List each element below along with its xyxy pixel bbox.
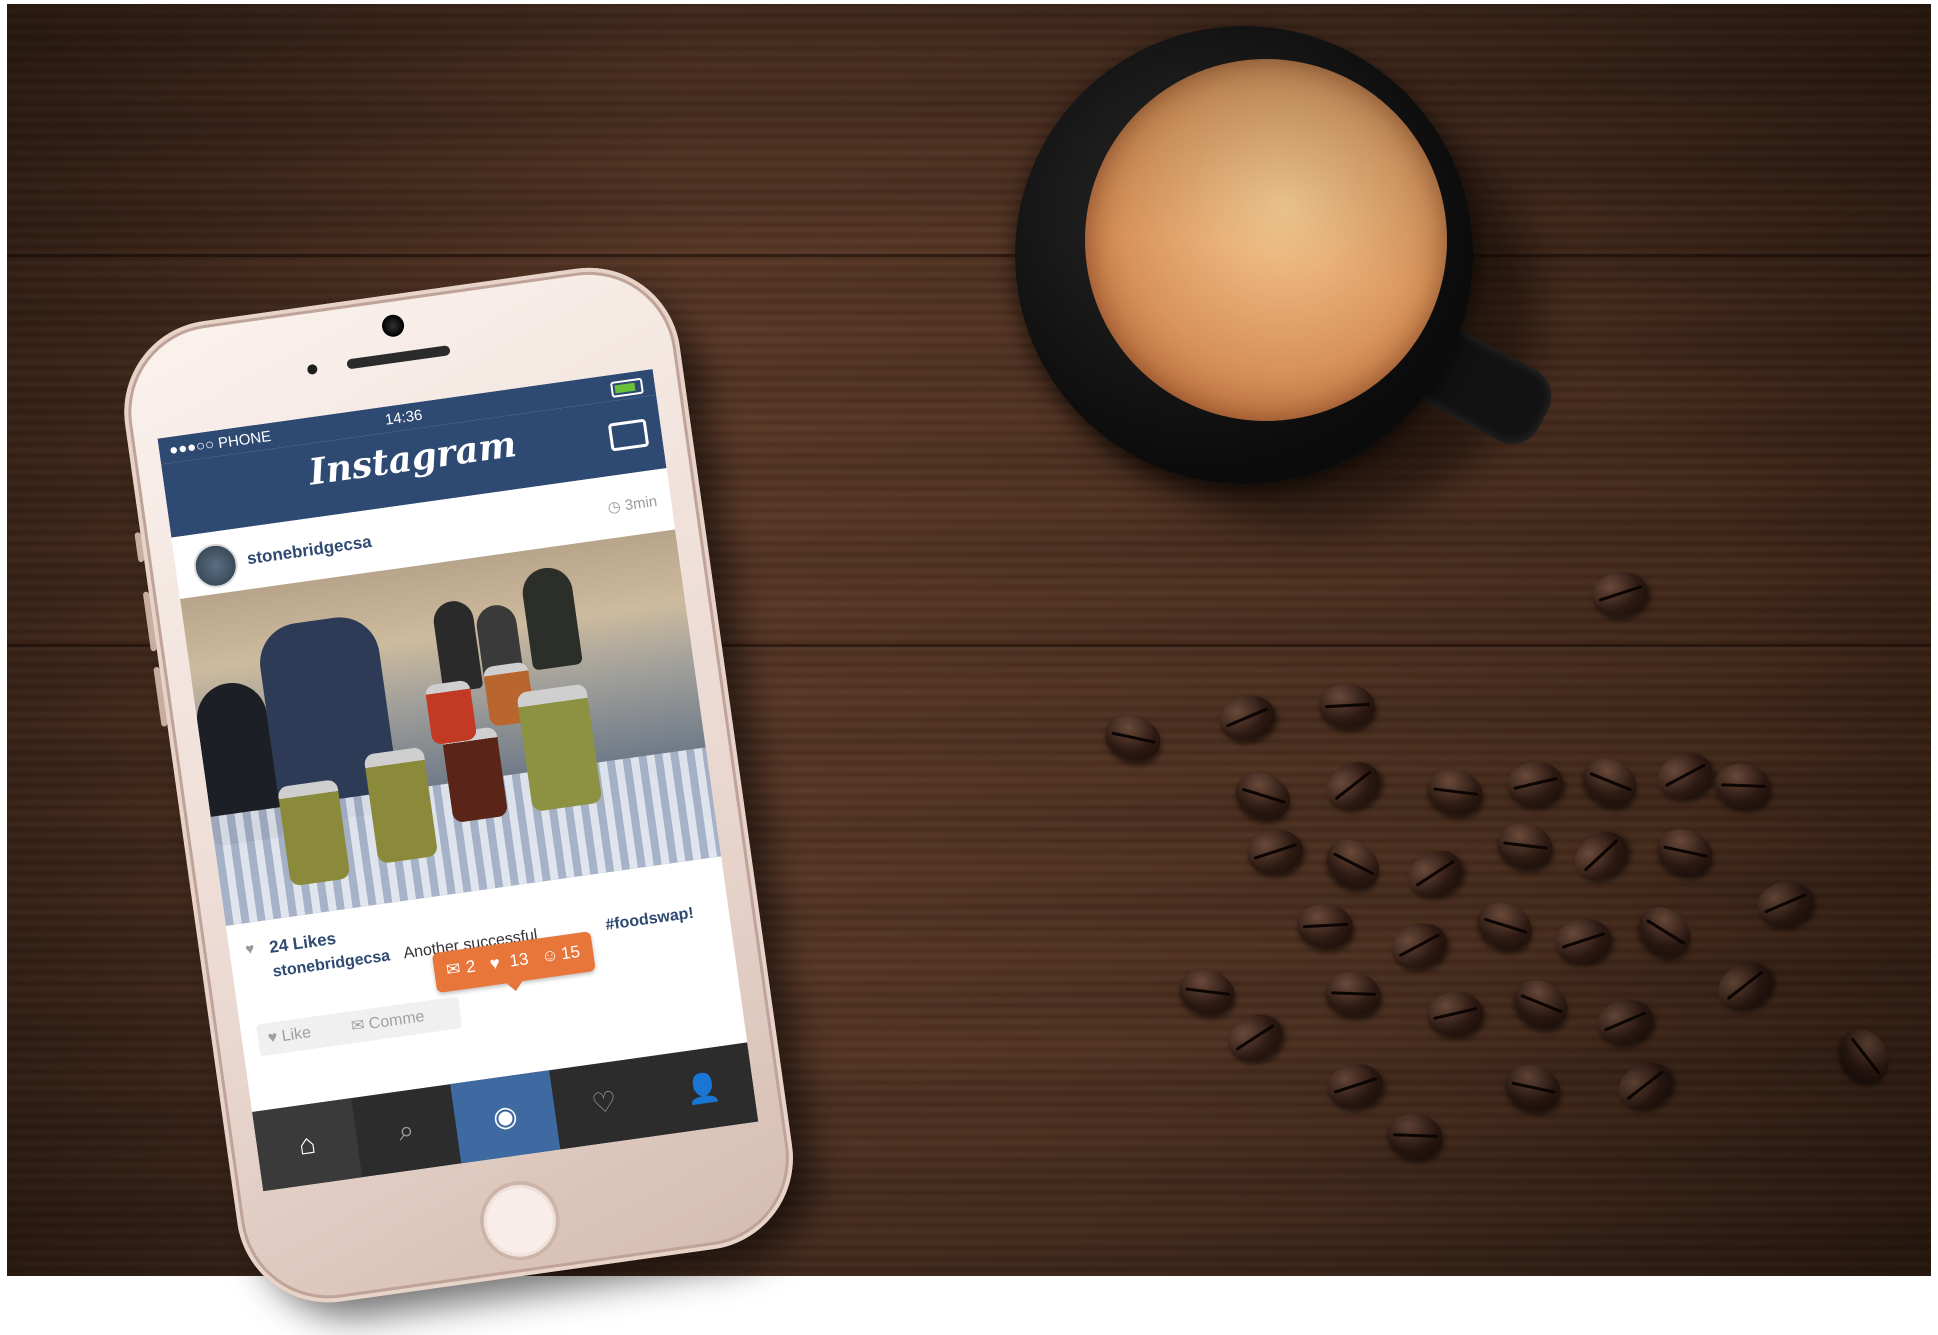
- coffee-bean: [1651, 821, 1719, 883]
- proximity-sensor: [306, 363, 318, 376]
- battery-icon: [609, 377, 644, 398]
- coffee-bean: [1505, 759, 1565, 809]
- coffee-bean: [1321, 967, 1385, 1021]
- coffee-bean: [1565, 821, 1637, 891]
- coffee-bean: [1470, 894, 1540, 958]
- coffee-bean: [1492, 817, 1558, 875]
- photo-person: [431, 598, 484, 694]
- search-icon[interactable]: ⌕: [351, 1084, 461, 1177]
- heart-icon: ♥: [488, 953, 502, 974]
- like-button[interactable]: ♥ Like: [255, 1011, 354, 1057]
- coffee-bean: [1323, 1059, 1387, 1113]
- comment-count: 2: [464, 956, 477, 977]
- coffee-bean: [1592, 993, 1658, 1051]
- coffee-bean: [1214, 689, 1280, 747]
- coffee-bean: [1629, 897, 1701, 967]
- coffee-bean: [1220, 1006, 1290, 1070]
- coffee-bean: [1422, 763, 1488, 821]
- coffee-bean: [1317, 681, 1377, 731]
- coffee-bean: [1228, 764, 1298, 828]
- front-camera: [380, 313, 406, 339]
- coffee-bean: [1551, 914, 1615, 968]
- post-username[interactable]: stonebridgecsa: [246, 532, 373, 569]
- follower-icon: ☺: [539, 944, 560, 967]
- camera-icon[interactable]: ◉: [450, 1070, 561, 1164]
- feed: stonebridgecsa ◷ 3min ♥ 24 Likes stonebr…: [171, 468, 748, 1113]
- comment-icon: ✉: [350, 1015, 371, 1036]
- timestamp-label: 3min: [623, 492, 659, 515]
- coffee-bean: [1709, 952, 1781, 1020]
- post-timestamp: ◷ 3min: [606, 492, 659, 517]
- inbox-icon[interactable]: [607, 418, 650, 452]
- photo-jar: [424, 679, 478, 746]
- coffee-bean: [1752, 875, 1818, 933]
- post-photo[interactable]: [180, 529, 722, 926]
- coffee-bean: [1099, 707, 1167, 769]
- coffee-bean: [1317, 829, 1389, 899]
- coffee-bean: [1174, 963, 1240, 1021]
- profile-icon[interactable]: 👤: [648, 1042, 758, 1135]
- phone-screen: ●●●○○ PHONE 14:36 Instagram stonebridgec…: [157, 369, 759, 1192]
- status-time: 14:36: [383, 406, 424, 429]
- avatar[interactable]: [190, 540, 241, 591]
- coffee-bean: [1499, 1057, 1567, 1119]
- coffee-bean: [1425, 989, 1485, 1039]
- photo-person: [519, 564, 583, 671]
- home-icon[interactable]: ⌂: [252, 1098, 363, 1192]
- comment-button-label: Comme: [367, 1008, 426, 1033]
- comment-icon: ✉: [444, 958, 462, 980]
- coffee-bean: [1400, 842, 1470, 906]
- like-count: 13: [508, 949, 530, 971]
- coffee-bean: [1317, 752, 1389, 820]
- coffee-bean: [1574, 748, 1646, 816]
- coffee-bean: [1651, 745, 1719, 807]
- coffee-bean: [1295, 901, 1355, 951]
- coffee-bean: [1385, 915, 1453, 977]
- coffee-bean: [1711, 759, 1775, 813]
- coffee-bean: [1505, 970, 1577, 1038]
- coffee-bean: [1243, 825, 1307, 879]
- coffee-bean: [1588, 567, 1652, 621]
- plank-seam: [7, 254, 1931, 257]
- comment-button[interactable]: ✉ Comme: [339, 996, 463, 1045]
- follower-count: 15: [559, 941, 582, 964]
- coffee-bean: [1383, 1109, 1447, 1163]
- coffee-crema: [1085, 59, 1447, 421]
- heart-icon: ♥: [244, 940, 256, 959]
- earpiece-speaker: [346, 345, 451, 370]
- activity-icon[interactable]: ♡: [549, 1056, 659, 1149]
- coffee-bean: [1609, 1052, 1681, 1120]
- like-button-label: Like: [280, 1024, 313, 1046]
- coffee-bean: [1831, 1020, 1899, 1092]
- home-button[interactable]: [474, 1175, 566, 1266]
